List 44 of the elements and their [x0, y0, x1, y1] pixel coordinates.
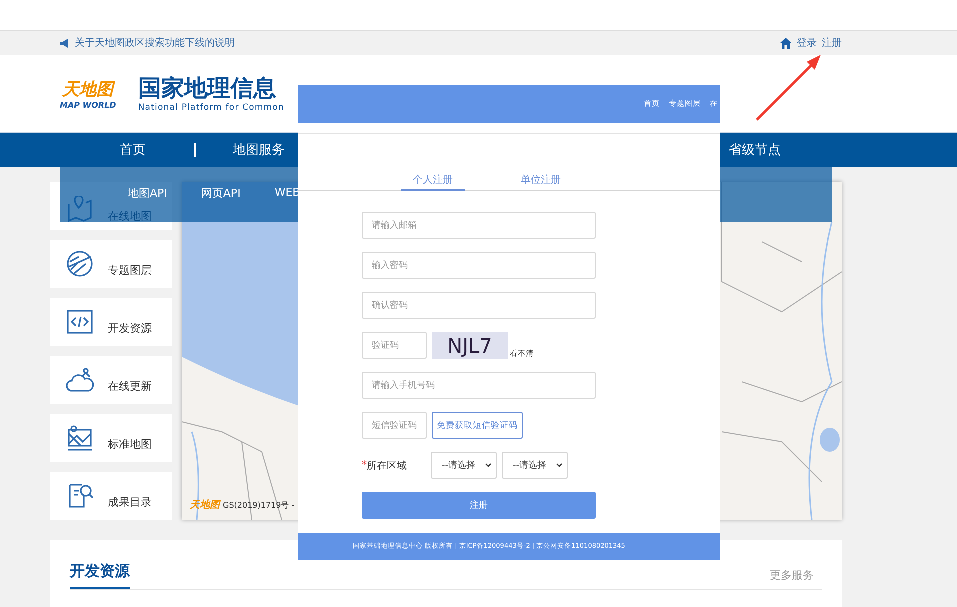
region-select[interactable]: --请选择 — [431, 452, 497, 479]
input-field[interactable]: 请输入手机号码 — [362, 372, 596, 399]
region-select[interactable]: --请选择 — [502, 452, 568, 479]
submenu-item[interactable]: 地图API — [128, 186, 168, 201]
map-logo: 天地图 — [190, 498, 220, 512]
input-field[interactable]: 请输入邮箱 — [362, 212, 596, 239]
section-title: 开发资源 — [70, 562, 130, 589]
sms-code-field[interactable]: 短信验证码 — [362, 412, 427, 439]
map-icon — [66, 424, 94, 452]
site-title: 国家地理信息 — [138, 74, 278, 102]
submenu-item[interactable]: 网页API — [201, 186, 241, 201]
more-link[interactable]: 更多服务 — [770, 568, 814, 589]
sidebar-card[interactable]: 开发资源 — [50, 298, 172, 346]
home-icon[interactable] — [780, 38, 792, 48]
nav-item[interactable]: 省级节点 — [729, 141, 781, 159]
map-attribution: GS(2019)1719号 - — [223, 500, 295, 510]
input-field[interactable]: 确认密码 — [362, 292, 596, 319]
input-field[interactable]: 输入密码 — [362, 252, 596, 279]
field-label: 所在区域 — [367, 460, 408, 472]
sidebar-card[interactable]: 标准地图 — [50, 414, 172, 462]
document-search-icon — [66, 482, 94, 510]
layers-icon — [66, 250, 94, 278]
site-subtitle: National Platform for Common — [138, 102, 284, 112]
sidebar-card[interactable]: 成果目录 — [50, 472, 172, 520]
get-code-button[interactable]: 免费获取短信验证码 — [432, 412, 523, 439]
nav-item[interactable]: 地图服务 — [233, 141, 285, 159]
sidebar-card[interactable]: 专题图层 — [50, 240, 172, 288]
register-button[interactable]: 注册 — [362, 492, 596, 519]
tab[interactable]: 个人注册 — [401, 173, 465, 191]
chevron-down-icon — [556, 463, 563, 468]
auth-link[interactable]: 登录 — [797, 36, 817, 50]
captcha-image[interactable]: NJL7 — [432, 332, 508, 359]
tab[interactable]: 单位注册 — [509, 173, 573, 191]
cloud-icon — [66, 366, 94, 394]
chevron-down-icon — [485, 463, 492, 468]
sidebar-card[interactable]: 在线更新 — [50, 356, 172, 404]
nav-item[interactable]: 首页 — [120, 141, 146, 159]
code-icon — [66, 308, 94, 336]
required-mark: * — [362, 460, 367, 471]
megaphone-icon — [60, 38, 70, 48]
site-logo[interactable]: 天地图 MAP WORLD — [60, 78, 116, 110]
notice-link[interactable]: 关于天地图政区搜索功能下线的说明 — [75, 36, 235, 50]
auth-link[interactable]: 注册 — [822, 36, 842, 50]
captcha-field[interactable]: 验证码 — [362, 332, 427, 359]
